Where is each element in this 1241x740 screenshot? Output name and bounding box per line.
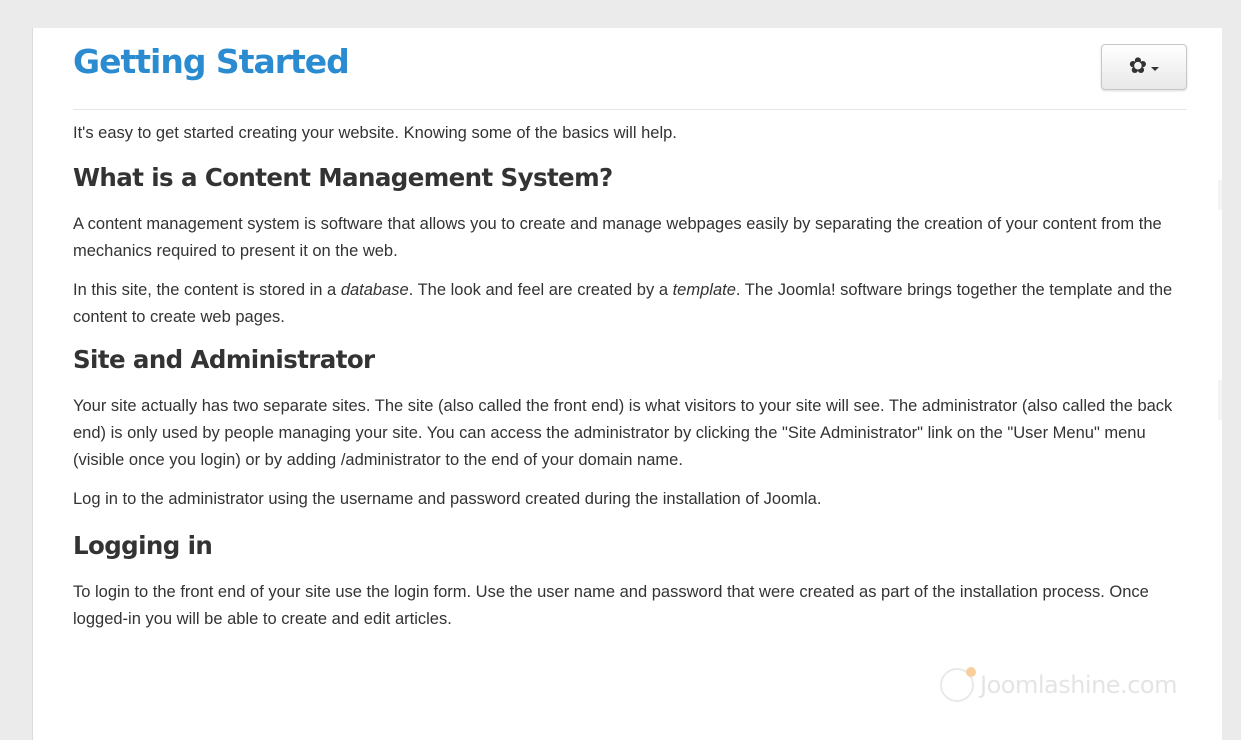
card-edge-notch bbox=[1218, 180, 1222, 210]
cms-p2-text-b: . The look and feel are created by a bbox=[408, 281, 673, 299]
login-paragraph: To login to the front end of your site u… bbox=[73, 583, 1149, 628]
site-paragraph-2: Log in to the administrator using the us… bbox=[73, 490, 822, 508]
database-term: database bbox=[340, 281, 409, 299]
gear-icon: ✿ bbox=[1128, 54, 1148, 79]
template-term: template bbox=[672, 281, 736, 299]
site-paragraph-1: Your site actually has two separate site… bbox=[73, 397, 1173, 469]
article-body: It's easy to get started creating your w… bbox=[73, 120, 1187, 633]
intro-paragraph: It's easy to get started creating your w… bbox=[73, 124, 677, 142]
heading-cms: What is a Content Management System? bbox=[73, 163, 613, 192]
joomlashine-logo-icon bbox=[940, 667, 976, 702]
page-title: Getting Started bbox=[73, 42, 350, 81]
cms-p2-text-a: In this site, the content is stored in a bbox=[73, 281, 341, 299]
caret-down-icon bbox=[1151, 67, 1160, 71]
article-tools-button[interactable]: ✿ bbox=[1101, 44, 1187, 90]
article-card: Getting Started ✿ It's easy to get start… bbox=[32, 28, 1222, 740]
page-header: Getting Started ✿ bbox=[73, 38, 1187, 110]
watermark: Joomlashine.com bbox=[940, 667, 1177, 702]
heading-site-admin: Site and Administrator bbox=[73, 345, 375, 374]
cms-paragraph-2: In this site, the content is stored in a… bbox=[73, 277, 1187, 331]
heading-logging-in: Logging in bbox=[73, 531, 213, 560]
card-edge-notch-2 bbox=[1218, 380, 1222, 420]
watermark-text: Joomlashine.com bbox=[980, 671, 1177, 699]
cms-paragraph-1: A content management system is software … bbox=[73, 215, 1162, 260]
